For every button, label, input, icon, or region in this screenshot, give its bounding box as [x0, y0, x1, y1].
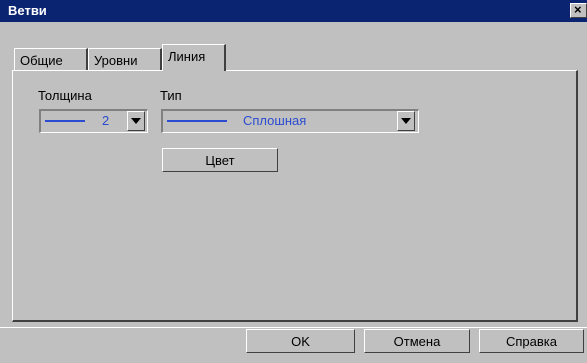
tab-general[interactable]: Общие — [14, 48, 88, 71]
chevron-down-icon — [401, 118, 411, 124]
line-sample — [45, 120, 85, 122]
type-label: Тип — [160, 88, 182, 103]
thickness-select[interactable]: 2 — [39, 109, 148, 133]
help-button[interactable]: Справка — [479, 329, 584, 353]
tab-line[interactable]: Линия — [162, 44, 226, 71]
type-value: Сплошная — [243, 113, 307, 128]
ok-button[interactable]: OK — [246, 329, 355, 353]
cancel-label: Отмена — [393, 333, 441, 349]
tab-label: Уровни — [94, 53, 138, 68]
type-field: Сплошная — [163, 111, 397, 132]
help-label: Справка — [506, 333, 557, 349]
tab-panel-line: Толщина Тип 2 Сплошная Цвет — [12, 70, 578, 322]
tab-label: Линия — [168, 49, 206, 64]
title-bar[interactable]: Ветви × — [0, 0, 587, 22]
ok-label: OK — [291, 333, 310, 349]
chevron-down-icon — [131, 118, 141, 124]
window-title: Ветви — [8, 3, 47, 18]
thickness-field: 2 — [41, 111, 127, 132]
close-icon: × — [574, 2, 582, 17]
branches-dialog: Ветви × Общие Уровни Линия Толщина Тип 2 — [0, 0, 587, 363]
close-button[interactable]: × — [570, 2, 587, 18]
type-dropdown-button[interactable] — [397, 111, 415, 131]
line-sample — [167, 120, 227, 122]
thickness-dropdown-button[interactable] — [127, 111, 145, 131]
type-select[interactable]: Сплошная — [161, 109, 419, 133]
color-button-label: Цвет — [205, 152, 235, 168]
color-button[interactable]: Цвет — [162, 148, 278, 172]
tab-label: Общие — [20, 53, 63, 68]
thickness-value: 2 — [102, 113, 110, 128]
thickness-label: Толщина — [38, 88, 92, 103]
divider — [0, 327, 587, 328]
tab-levels[interactable]: Уровни — [88, 48, 162, 71]
cancel-button[interactable]: Отмена — [364, 329, 470, 353]
